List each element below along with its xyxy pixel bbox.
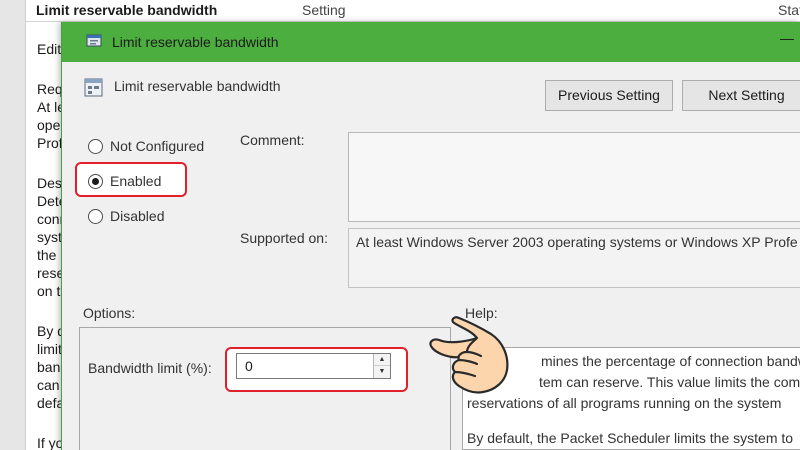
help-line: reservations of all programs running on … bbox=[467, 395, 782, 411]
bandwidth-limit-label: Bandwidth limit (%): bbox=[88, 360, 212, 376]
radio-label: Disabled bbox=[110, 208, 165, 224]
next-setting-button[interactable]: Next Setting bbox=[682, 80, 800, 111]
help-line: mines the percentage of connection bandw… bbox=[541, 353, 800, 369]
setting-column-header[interactable]: Setting bbox=[302, 2, 346, 18]
help-line: tem can reserve. This value limits the c… bbox=[539, 374, 800, 390]
bandwidth-limit-value[interactable]: 0 bbox=[245, 358, 253, 374]
bandwidth-limit-spinner[interactable]: 0 ▲ ▼ bbox=[236, 353, 391, 379]
options-label: Options: bbox=[83, 305, 136, 321]
radio-disabled[interactable]: Disabled bbox=[88, 205, 164, 227]
policy-app-icon bbox=[86, 34, 102, 47]
comment-label: Comment: bbox=[240, 132, 305, 148]
radio-enabled[interactable]: Enabled bbox=[88, 170, 161, 192]
dialog-title: Limit reservable bandwidth bbox=[112, 34, 279, 50]
help-line: By default, the Packet Scheduler limits … bbox=[467, 430, 794, 446]
pointing-hand-icon bbox=[429, 316, 509, 394]
spin-up-arrow-icon[interactable]: ▲ bbox=[373, 354, 390, 366]
left-pane-edge bbox=[0, 0, 26, 450]
dialog-titlebar[interactable]: Limit reservable bandwidth — bbox=[62, 22, 800, 62]
policy-heading: Limit reservable bandwidth bbox=[114, 78, 281, 94]
radio-button-icon[interactable] bbox=[88, 208, 103, 224]
radio-button-checked-icon[interactable] bbox=[88, 173, 103, 189]
radio-not-configured[interactable]: Not Configured bbox=[88, 135, 204, 157]
settings-list-header: Limit reservable bandwidth Setting Stat bbox=[26, 0, 800, 22]
background-policy-title: Limit reservable bandwidth bbox=[36, 2, 218, 18]
spin-down-arrow-icon[interactable]: ▼ bbox=[373, 366, 390, 378]
titlebar-control-icon[interactable]: — bbox=[780, 30, 794, 46]
policy-setting-icon bbox=[84, 78, 103, 97]
radio-label: Enabled bbox=[110, 173, 162, 189]
comment-textarea[interactable] bbox=[348, 132, 800, 222]
supported-on-box: At least Windows Server 2003 operating s… bbox=[348, 228, 800, 288]
supported-on-label: Supported on: bbox=[240, 230, 328, 246]
supported-on-text: At least Windows Server 2003 operating s… bbox=[356, 234, 798, 250]
radio-button-icon[interactable] bbox=[88, 138, 103, 154]
state-column-header[interactable]: Stat bbox=[778, 2, 800, 18]
previous-setting-button[interactable]: Previous Setting bbox=[545, 80, 673, 111]
radio-label: Not Configured bbox=[110, 138, 205, 154]
